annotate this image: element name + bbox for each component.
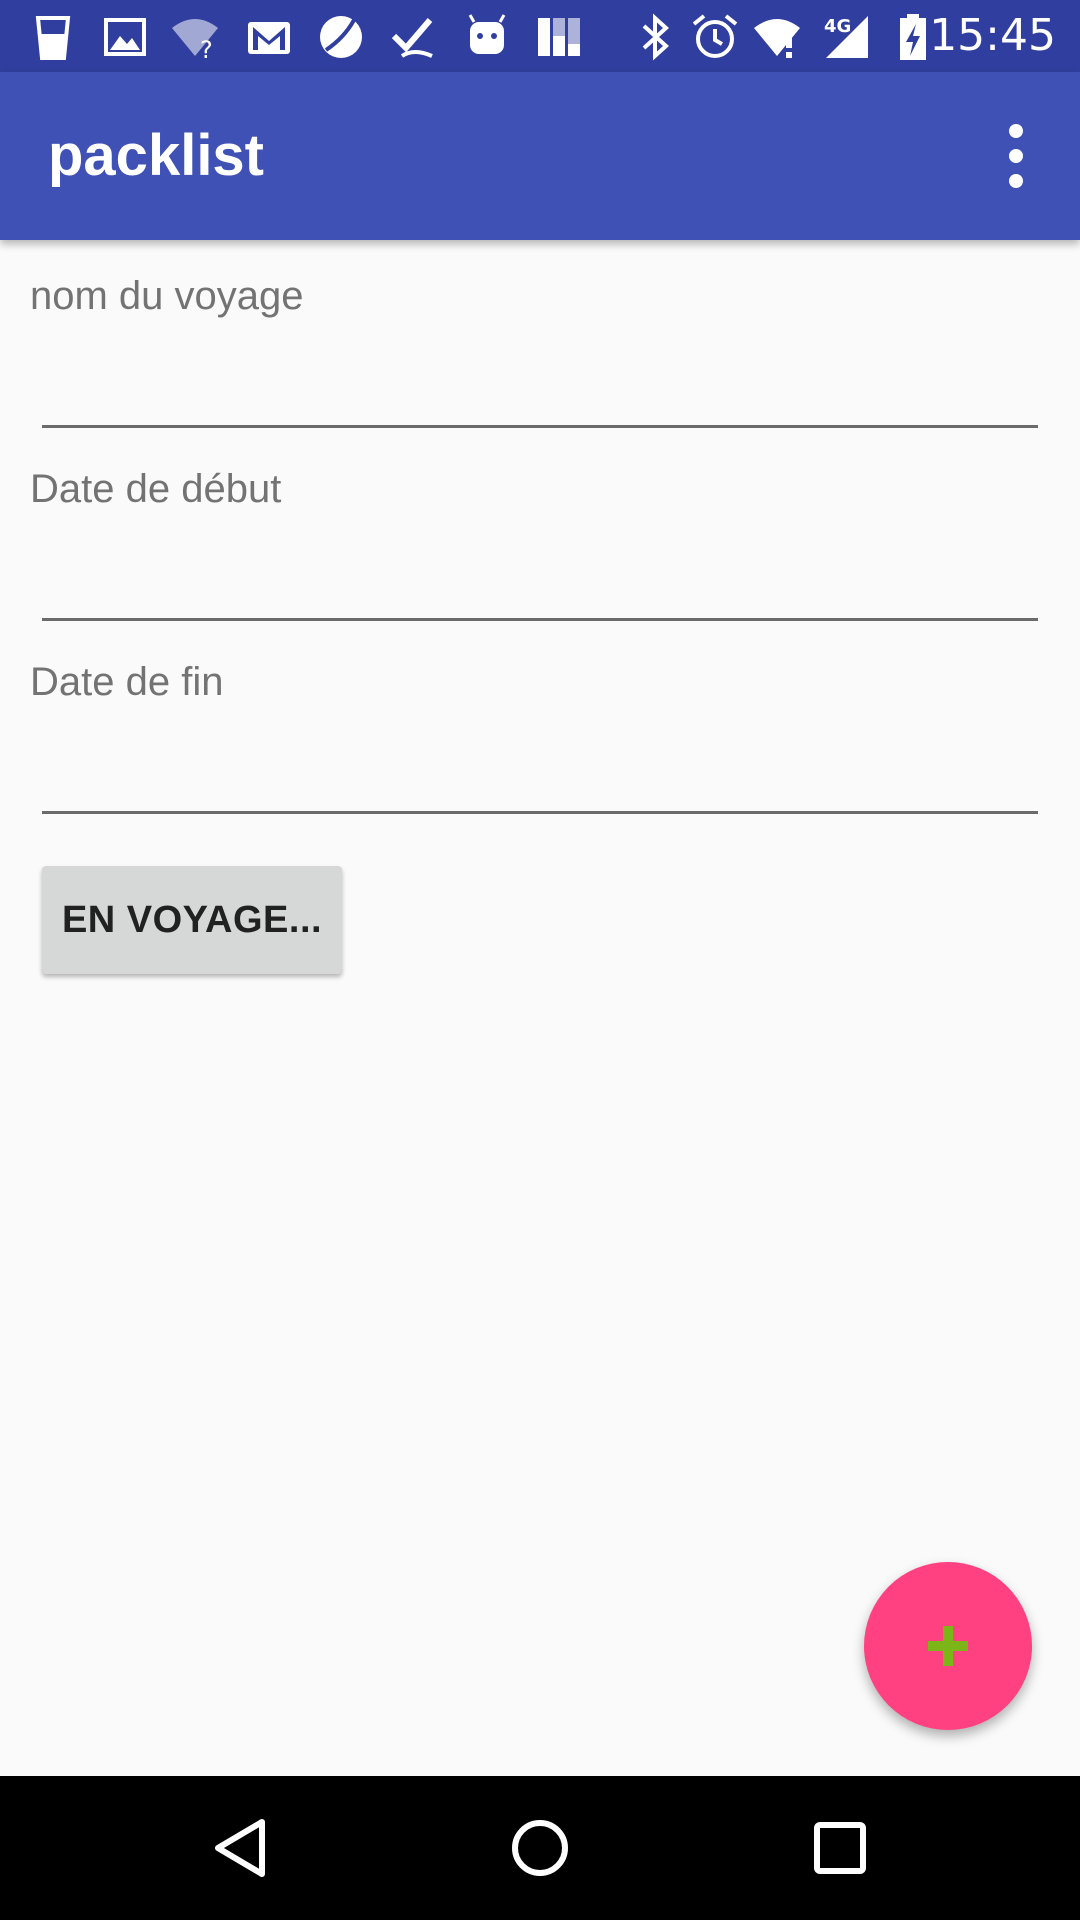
menu-dot (1009, 174, 1023, 188)
status-bar: ? 4G 15:45 (0, 0, 1080, 72)
more-vert-icon[interactable] (976, 114, 1056, 198)
start-date-label: Date de début (30, 467, 282, 511)
signal-icon: 4G (822, 12, 872, 62)
trip-name-field: nom du voyage (0, 274, 1080, 464)
menu-dot (1009, 149, 1023, 163)
gmail-icon (244, 12, 294, 62)
end-date-input[interactable] (42, 734, 1038, 814)
plus-icon (928, 1626, 968, 1666)
back-icon[interactable] (190, 1798, 290, 1898)
trip-name-input[interactable] (42, 348, 1038, 428)
android-icon (462, 12, 512, 62)
recents-icon[interactable] (790, 1798, 890, 1898)
bluetooth-icon (630, 12, 680, 62)
status-time: 15:45 (929, 10, 1056, 61)
start-date-field: Date de début (0, 467, 1080, 657)
app-bar: packlist (0, 72, 1080, 240)
end-date-field: Date de fin (0, 660, 1080, 850)
image-icon (100, 12, 150, 62)
end-date-label: Date de fin (30, 660, 224, 704)
alarm-icon (690, 12, 740, 62)
add-fab-button[interactable] (864, 1562, 1032, 1730)
cup-icon (28, 12, 78, 62)
wifi-question-icon: ? (170, 12, 220, 62)
trip-name-label: nom du voyage (30, 274, 304, 318)
nav-bar (0, 1776, 1080, 1920)
start-date-input[interactable] (42, 541, 1038, 621)
app-title: packlist (48, 123, 264, 188)
ball-icon (316, 12, 366, 62)
svg-text:?: ? (200, 36, 213, 62)
screen: ? 4G 15:45 packlist nom du voyage Date d… (0, 0, 1080, 1920)
chart-icon (534, 12, 584, 62)
home-icon[interactable] (490, 1798, 590, 1898)
check-icon (388, 12, 438, 62)
menu-dot (1009, 124, 1023, 138)
en-voyage-button[interactable]: EN VOYAGE... (42, 866, 342, 974)
network-type-label: 4G (824, 16, 851, 37)
wifi-alert-icon (752, 12, 802, 62)
